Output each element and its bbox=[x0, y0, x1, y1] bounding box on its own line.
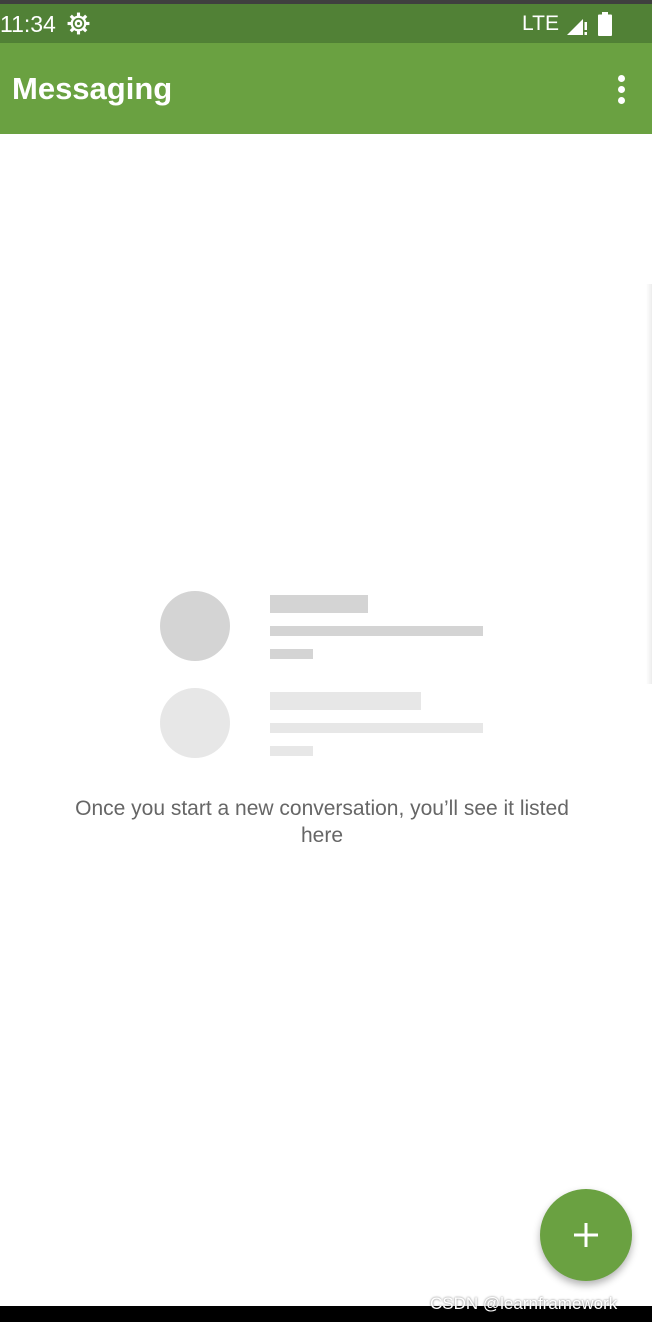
placeholder-line bbox=[270, 723, 483, 733]
status-bar: 11:34 LTE bbox=[0, 4, 652, 43]
placeholder-line bbox=[270, 626, 483, 636]
messaging-screen: 11:34 LTE Messaging Once you start a new… bbox=[0, 0, 652, 1322]
battery-icon bbox=[598, 12, 612, 36]
more-vert-dot bbox=[618, 97, 625, 104]
placeholder-line bbox=[270, 595, 368, 613]
plus-icon bbox=[574, 1223, 598, 1247]
placeholder-avatar bbox=[160, 591, 230, 661]
placeholder-avatar bbox=[160, 688, 230, 758]
placeholder-line bbox=[270, 649, 313, 659]
status-time: 11:34 bbox=[0, 11, 56, 37]
conversation-list-empty: Once you start a new conversation, you’l… bbox=[0, 134, 652, 1306]
app-title: Messaging bbox=[12, 71, 173, 106]
app-bar: Messaging bbox=[0, 43, 652, 134]
empty-state-illustration bbox=[0, 134, 652, 1306]
network-type-label: LTE bbox=[522, 12, 559, 35]
start-new-conversation-button[interactable] bbox=[540, 1189, 632, 1281]
more-options-button[interactable] bbox=[604, 69, 640, 109]
watermark: CSDN @learnframework bbox=[430, 1294, 618, 1313]
more-vert-icon bbox=[618, 75, 625, 82]
empty-state-message: Once you start a new conversation, you’l… bbox=[75, 797, 569, 847]
settings-gear-icon bbox=[67, 12, 90, 35]
signal-icon bbox=[567, 19, 587, 35]
placeholder-line bbox=[270, 692, 421, 710]
placeholder-line bbox=[270, 746, 313, 756]
more-vert-dot bbox=[618, 86, 625, 93]
